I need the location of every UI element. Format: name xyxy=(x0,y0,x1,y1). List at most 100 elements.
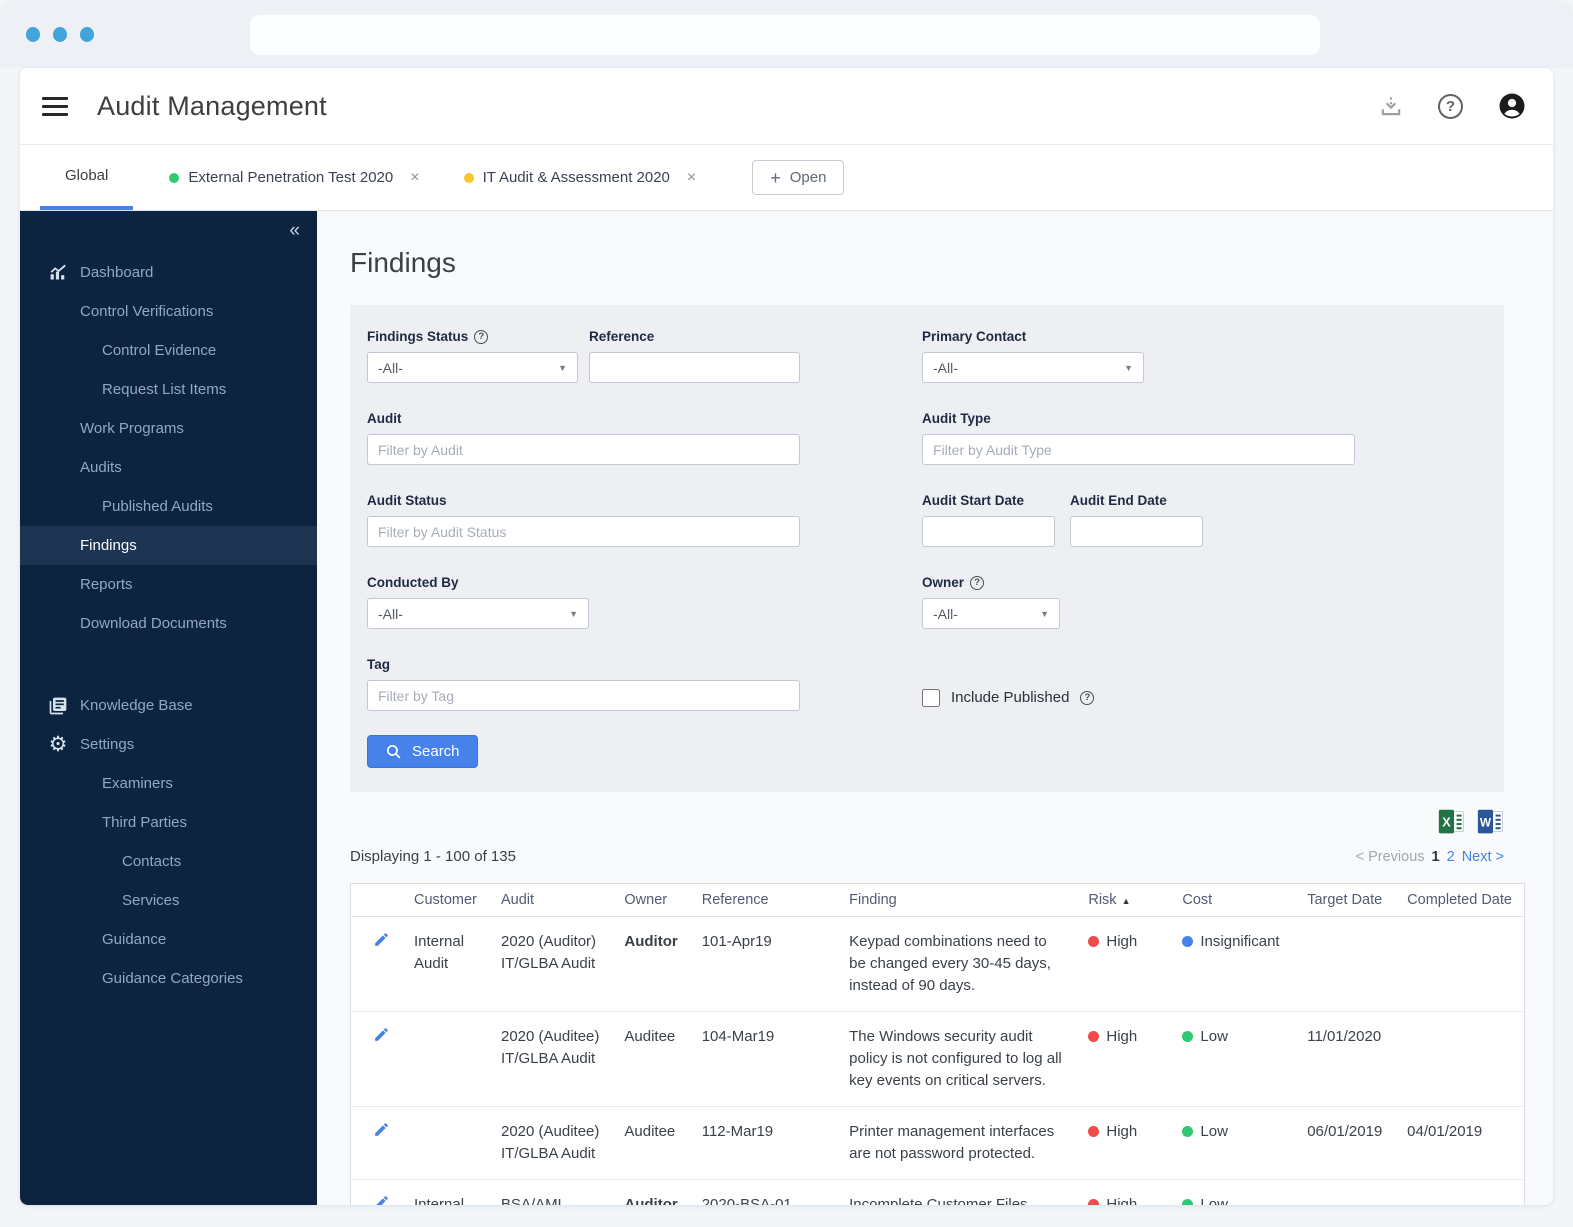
address-bar[interactable] xyxy=(250,15,1320,55)
tab-it-audit-assessment[interactable]: IT Audit & Assessment 2020 × xyxy=(456,145,705,210)
browser-chrome xyxy=(0,0,1573,68)
owner-cell: Auditor xyxy=(612,917,689,1012)
account-icon[interactable] xyxy=(1497,91,1527,121)
sidebar-item-work-programs[interactable]: Work Programs xyxy=(20,409,317,448)
edit-pencil-icon[interactable] xyxy=(373,1125,390,1142)
audit-type-filter-input[interactable] xyxy=(922,434,1355,465)
risk-high-dot-icon xyxy=(1088,936,1099,947)
findings-status-select[interactable]: -All- ▼ xyxy=(367,352,578,383)
conducted-by-select[interactable]: -All- ▼ xyxy=(367,598,589,629)
audit-status-filter-input[interactable] xyxy=(367,516,800,547)
selected-value: -All- xyxy=(933,606,958,622)
search-button[interactable]: Search xyxy=(367,735,478,768)
sidebar-item-label: Examiners xyxy=(102,775,173,792)
tab-external-penetration-test[interactable]: External Penetration Test 2020 × xyxy=(161,145,427,210)
sidebar-item-control-verifications[interactable]: Control Verifications xyxy=(20,292,317,331)
menu-icon[interactable] xyxy=(42,97,68,116)
main-content: Findings Findings Status ? -All- ▼ xyxy=(317,211,1553,1205)
reference-input[interactable] xyxy=(589,352,800,383)
open-button[interactable]: + Open xyxy=(752,160,844,195)
column-header-target-date[interactable]: Target Date xyxy=(1295,884,1395,917)
findings-filter-panel: Findings Status ? -All- ▼ Reference xyxy=(350,305,1504,792)
include-published-checkbox[interactable] xyxy=(922,689,940,707)
cost-low-dot-icon xyxy=(1182,1126,1193,1137)
audit-start-date-input[interactable] xyxy=(922,516,1055,547)
window-dot-icon[interactable] xyxy=(80,27,94,42)
sidebar-item-published-audits[interactable]: Published Audits xyxy=(20,487,317,526)
tab-global[interactable]: Global xyxy=(40,145,133,210)
owner-cell: Auditee xyxy=(612,1012,689,1107)
chevron-down-icon: ▼ xyxy=(569,609,578,619)
previous-page-link[interactable]: < Previous xyxy=(1356,849,1425,865)
conducted-by-label: Conducted By xyxy=(367,575,589,590)
completed-date-cell xyxy=(1395,1012,1524,1107)
tag-filter-input[interactable] xyxy=(367,680,800,711)
audit-filter-input[interactable] xyxy=(367,434,800,465)
column-header-cost[interactable]: Cost xyxy=(1170,884,1295,917)
chevron-down-icon: ▼ xyxy=(558,363,567,373)
owner-select[interactable]: -All- ▼ xyxy=(922,598,1060,629)
export-word-icon[interactable]: W xyxy=(1477,808,1504,835)
audit-cell: 2020 (Auditor) IT/GLBA Audit xyxy=(489,917,612,1012)
sidebar-item-download-documents[interactable]: Download Documents xyxy=(20,604,317,643)
column-header-completed-date[interactable]: Completed Date xyxy=(1395,884,1524,917)
reference-cell: 104-Mar19 xyxy=(690,1012,837,1107)
help-icon[interactable]: ? xyxy=(1080,691,1094,705)
sidebar-item-request-list-items[interactable]: Request List Items xyxy=(20,370,317,409)
close-icon[interactable]: × xyxy=(687,169,696,187)
sidebar-item-label: Request List Items xyxy=(102,381,226,398)
sidebar-item-services[interactable]: Services xyxy=(20,881,317,920)
column-header-reference[interactable]: Reference xyxy=(690,884,837,917)
next-page-link[interactable]: Next > xyxy=(1462,849,1504,865)
sidebar-item-audits[interactable]: Audits xyxy=(20,448,317,487)
sidebar-item-knowledge-base[interactable]: Knowledge Base xyxy=(20,686,317,725)
edit-pencil-icon[interactable] xyxy=(373,1198,390,1205)
sidebar-item-control-evidence[interactable]: Control Evidence xyxy=(20,331,317,370)
sidebar-item-guidance-categories[interactable]: Guidance Categories xyxy=(20,959,317,998)
sidebar-item-third-parties[interactable]: Third Parties xyxy=(20,803,317,842)
column-header-risk[interactable]: Risk▲ xyxy=(1076,884,1170,917)
sidebar-item-label: Knowledge Base xyxy=(80,697,193,714)
include-published-label: Include Published xyxy=(951,689,1069,706)
findings-status-label: Findings Status ? xyxy=(367,329,578,344)
audit-type-label: Audit Type xyxy=(922,411,1355,426)
sidebar: « Dashboard Control Verifications Contro… xyxy=(20,211,317,1205)
edit-pencil-icon[interactable] xyxy=(373,1030,390,1047)
sidebar-item-examiners[interactable]: Examiners xyxy=(20,764,317,803)
app-header: Audit Management ? xyxy=(20,68,1553,145)
column-header-owner[interactable]: Owner xyxy=(612,884,689,917)
page-title: Findings xyxy=(350,247,1504,279)
collapse-sidebar-icon[interactable]: « xyxy=(289,220,300,242)
sidebar-item-label: Findings xyxy=(80,537,137,554)
sidebar-item-reports[interactable]: Reports xyxy=(20,565,317,604)
download-icon[interactable] xyxy=(1378,93,1404,119)
help-icon[interactable]: ? xyxy=(1438,94,1463,119)
table-row: 2020 (Auditee) IT/GLBA Audit Auditee 112… xyxy=(351,1107,1525,1180)
column-header-audit[interactable]: Audit xyxy=(489,884,612,917)
risk-high-dot-icon xyxy=(1088,1031,1099,1042)
sidebar-item-guidance[interactable]: Guidance xyxy=(20,920,317,959)
sidebar-item-findings[interactable]: Findings xyxy=(20,526,317,565)
tab-label: External Penetration Test 2020 xyxy=(188,169,393,186)
primary-contact-select[interactable]: -All- ▼ xyxy=(922,352,1144,383)
cost-low-dot-icon xyxy=(1182,1199,1193,1206)
current-page: 1 xyxy=(1432,849,1440,865)
page-2-link[interactable]: 2 xyxy=(1447,849,1455,865)
open-button-label: Open xyxy=(790,169,827,186)
column-header-finding[interactable]: Finding xyxy=(837,884,1076,917)
cost-insignificant-dot-icon xyxy=(1182,936,1193,947)
column-header-customer[interactable]: Customer xyxy=(402,884,489,917)
help-icon[interactable]: ? xyxy=(474,330,488,344)
help-icon[interactable]: ? xyxy=(970,576,984,590)
close-icon[interactable]: × xyxy=(410,169,419,187)
edit-pencil-icon[interactable] xyxy=(373,935,390,952)
window-dot-icon[interactable] xyxy=(53,27,67,42)
export-excel-icon[interactable]: X xyxy=(1438,808,1465,835)
sidebar-item-settings[interactable]: ⚙ Settings xyxy=(20,725,317,764)
audit-end-date-input[interactable] xyxy=(1070,516,1203,547)
window-dot-icon[interactable] xyxy=(26,27,40,42)
search-button-label: Search xyxy=(412,743,460,760)
sort-ascending-icon: ▲ xyxy=(1122,896,1131,906)
sidebar-item-contacts[interactable]: Contacts xyxy=(20,842,317,881)
sidebar-item-dashboard[interactable]: Dashboard xyxy=(20,253,317,292)
